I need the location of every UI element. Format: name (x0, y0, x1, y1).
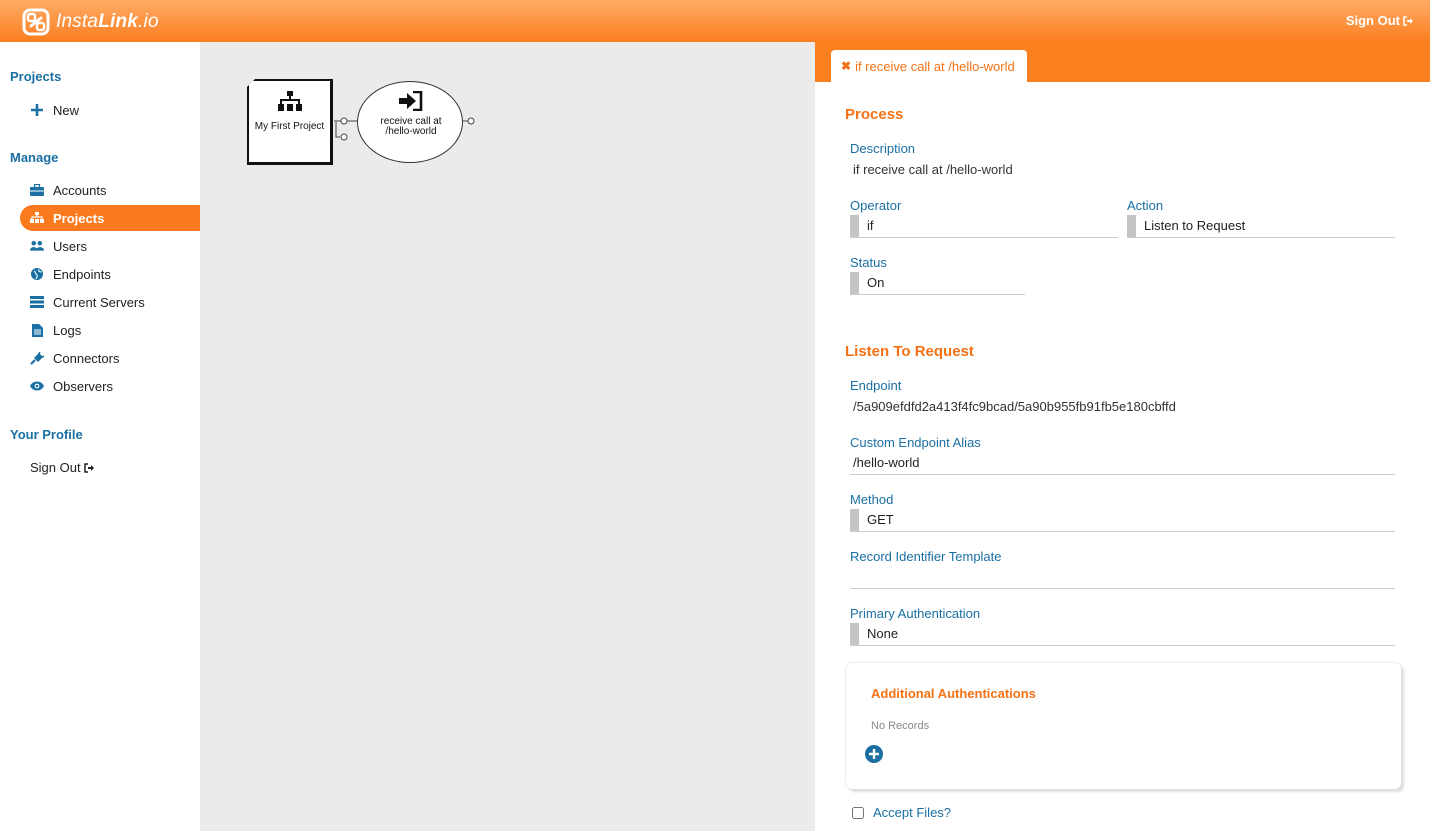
header-signout-link[interactable]: Sign Out (1346, 13, 1414, 28)
trigger-node[interactable]: receive call at /hello-world (357, 81, 463, 163)
endpoint-value: /5a909efdfd2a413f4fc9bcad/5a90b955fb91fb… (853, 399, 1176, 414)
action-value: Listen to Request (1144, 218, 1246, 233)
profile-heading: Your Profile (10, 427, 83, 442)
file-icon (30, 323, 44, 337)
eye-icon (30, 379, 44, 393)
sidebar-item-accounts[interactable]: Accounts (20, 177, 200, 203)
no-records-text: No Records (871, 720, 930, 732)
operator-select[interactable]: if (850, 214, 1118, 238)
operator-value: if (867, 218, 874, 233)
manage-heading: Manage (10, 150, 59, 165)
sidebar-item-endpoints[interactable]: Endpoints (20, 261, 200, 287)
endpoint-label: Endpoint (850, 378, 902, 393)
sidebar-item-logs[interactable]: Logs (20, 317, 200, 343)
sitemap-icon (30, 211, 44, 225)
sidebar-item-label: Connectors (53, 350, 120, 366)
accept-files-checkbox[interactable] (852, 806, 864, 819)
sidebar-item-label: Current Servers (53, 294, 145, 310)
sitemap-icon (278, 91, 302, 118)
tab-label: if receive call at /hello-world (855, 58, 1015, 74)
globe-icon (30, 267, 44, 281)
sidebar-item-users[interactable]: Users (20, 233, 200, 259)
briefcase-icon (30, 183, 44, 197)
description-label: Description (850, 141, 916, 156)
sign-out-icon (83, 462, 94, 473)
new-project-button[interactable]: New (20, 97, 200, 123)
sidebar-item-label: Logs (53, 322, 82, 338)
plus-icon (30, 103, 44, 117)
alias-input[interactable]: /hello-world (850, 451, 1395, 475)
new-project-label: New (53, 102, 80, 118)
brand-name: InstaLink.io (56, 11, 159, 32)
sidebar-item-observers[interactable]: Observers (20, 373, 200, 399)
method-label: Method (850, 492, 894, 507)
sidebar-signout-link[interactable]: Sign Out (30, 460, 95, 475)
close-icon[interactable]: ✖ (841, 59, 851, 73)
additional-auth-title: Additional Authentications (871, 686, 1036, 701)
header-signout-label: Sign Out (1345, 13, 1400, 28)
panel-tabbar: ✖ if receive call at /hello-world (815, 42, 1430, 82)
sidebar-item-label: Users (53, 238, 87, 254)
add-circle-icon[interactable] (865, 745, 883, 768)
additional-auth-card: Additional Authentications No Records (846, 663, 1401, 789)
sidebar-item-label: Observers (53, 378, 113, 394)
sidebar-item-connectors[interactable]: Connectors (20, 345, 200, 371)
detail-panel: ✖ if receive call at /hello-world Proces… (815, 42, 1430, 831)
top-bar: InstaLink.io Sign Out (0, 0, 1430, 42)
listen-section-title: Listen To Request (845, 343, 974, 360)
status-select[interactable]: On (850, 271, 1025, 295)
record-template-label: Record Identifier Template (850, 549, 1002, 564)
sidebar-item-projects[interactable]: Projects (20, 205, 200, 231)
record-template-input[interactable] (850, 565, 1395, 589)
sidebar-signout-label: Sign Out (30, 460, 81, 475)
method-select[interactable]: GET (850, 508, 1395, 532)
project-node-label: My First Project (254, 121, 325, 132)
operator-label: Operator (850, 198, 902, 213)
primary-auth-label: Primary Authentication (850, 606, 981, 621)
flow-canvas[interactable]: My First Project receive call at /hello-… (200, 42, 815, 831)
sidebar-item-current-servers[interactable]: Current Servers (20, 289, 200, 315)
sidebar-item-label: Accounts (53, 182, 107, 198)
description-value: if receive call at /hello-world (853, 162, 1013, 177)
users-icon (30, 239, 44, 253)
action-label: Action (1127, 198, 1164, 213)
alias-value: /hello-world (853, 455, 920, 470)
process-section-title: Process (845, 106, 904, 123)
link-logo-icon (22, 8, 50, 36)
brand-logo[interactable]: InstaLink.io (22, 8, 159, 36)
action-select[interactable]: Listen to Request (1127, 214, 1395, 238)
accept-files-label: Accept Files? (873, 805, 952, 820)
alias-label: Custom Endpoint Alias (850, 435, 981, 450)
sidebar: Projects New Manage Accounts Projects Us… (0, 42, 200, 831)
status-label: Status (850, 255, 887, 270)
primary-auth-value: None (867, 626, 899, 641)
server-icon (30, 295, 44, 309)
project-node[interactable]: My First Project (247, 79, 333, 165)
trigger-node-label: receive call at /hello-world (380, 116, 442, 137)
method-value: GET (867, 512, 894, 527)
primary-auth-select[interactable]: None (850, 622, 1395, 646)
tab-process-detail[interactable]: ✖ if receive call at /hello-world (831, 50, 1027, 82)
sign-in-icon (399, 90, 423, 116)
status-value: On (867, 275, 885, 290)
sign-out-icon (1403, 15, 1413, 26)
plug-icon (30, 351, 44, 365)
projects-heading: Projects (10, 69, 62, 84)
sidebar-item-label: Projects (53, 210, 105, 226)
sidebar-item-label: Endpoints (53, 266, 111, 282)
accept-files-row[interactable]: Accept Files? (852, 805, 951, 820)
